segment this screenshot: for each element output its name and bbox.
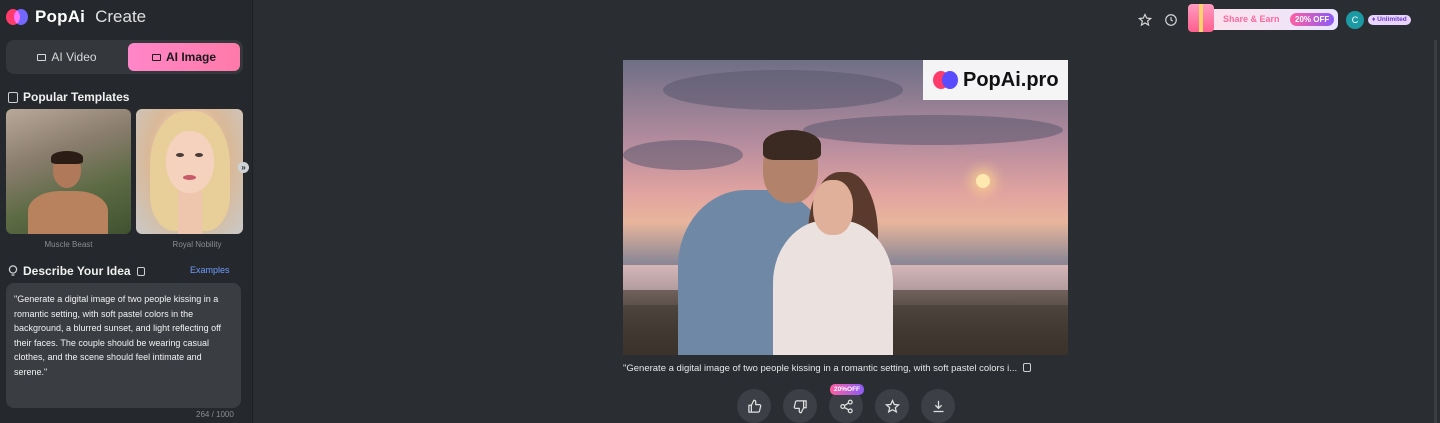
templates-icon xyxy=(8,91,18,103)
brand[interactable]: PopAi Create xyxy=(6,6,146,28)
ai-video-label: AI Video xyxy=(51,50,97,64)
template-figure-face xyxy=(166,131,214,193)
brand-name: PopAi xyxy=(35,7,86,26)
template-figure-lips xyxy=(183,175,196,180)
copy-icon[interactable] xyxy=(136,266,145,276)
discount-badge: 20% OFF xyxy=(1290,13,1335,26)
describe-title: Describe Your Idea xyxy=(23,264,131,278)
thumbs-up-icon xyxy=(747,399,761,413)
woman-figure xyxy=(773,220,893,355)
template-figure-eye xyxy=(176,153,184,157)
copy-icon[interactable] xyxy=(1023,363,1032,372)
examples-link[interactable]: Examples xyxy=(190,265,230,275)
favorite-button[interactable] xyxy=(875,389,909,423)
like-button[interactable] xyxy=(737,389,771,423)
plan-badge: ♦ Unlimited xyxy=(1368,15,1411,25)
brand-section: Create xyxy=(95,7,147,26)
chevron-right-icon[interactable]: » xyxy=(238,162,249,173)
download-icon xyxy=(933,400,943,412)
template-figure-neck xyxy=(178,191,202,234)
lamp-light xyxy=(976,174,990,188)
plan-label: Unlimited xyxy=(1377,16,1407,23)
video-icon xyxy=(37,53,47,61)
image-caption-text: "Generate a digital image of two people … xyxy=(623,363,1018,374)
template-figure-eye xyxy=(195,153,203,157)
character-counter: 264 / 1000 xyxy=(196,410,234,419)
image-caption: "Generate a digital image of two people … xyxy=(623,363,1032,374)
mode-switch: AI Video AI Image xyxy=(6,40,243,74)
template-muscle-beast[interactable] xyxy=(6,109,131,234)
popular-templates-heading: Popular Templates xyxy=(8,90,129,104)
history-icon[interactable] xyxy=(1164,13,1178,27)
generated-image[interactable]: PopAi.pro xyxy=(623,60,1068,355)
cloud xyxy=(803,115,1063,145)
image-icon xyxy=(151,53,161,61)
watermark: PopAi.pro xyxy=(923,60,1068,100)
popai-logo-icon xyxy=(6,8,29,26)
share-icon xyxy=(839,399,853,413)
lightbulb-icon xyxy=(8,265,18,276)
scrollbar[interactable] xyxy=(1434,40,1437,423)
star-icon[interactable] xyxy=(1138,13,1152,27)
avatar[interactable]: C xyxy=(1346,11,1364,29)
man-hair xyxy=(763,130,821,160)
ai-image-tab[interactable]: AI Image xyxy=(128,43,240,71)
popular-templates-title: Popular Templates xyxy=(23,90,130,104)
describe-heading: Describe Your Idea xyxy=(8,264,150,278)
template-figure-body xyxy=(28,191,108,234)
template-caption: Royal Nobility xyxy=(172,240,222,249)
prompt-input[interactable]: "Generate a digital image of two people … xyxy=(6,283,241,408)
template-figure-hair xyxy=(51,151,83,164)
share-earn-button[interactable]: Share & Earn 20% OFF xyxy=(1188,4,1338,32)
gift-icon xyxy=(1188,4,1214,32)
watermark-text: PopAi.pro xyxy=(963,68,1059,91)
popai-logo-icon xyxy=(933,70,959,90)
ai-image-label: AI Image xyxy=(165,50,216,64)
woman-face xyxy=(813,180,853,235)
thumbs-down-icon xyxy=(793,399,807,413)
dislike-button[interactable] xyxy=(783,389,817,423)
template-caption: Muscle Beast xyxy=(44,240,93,249)
star-icon xyxy=(884,398,900,413)
download-button[interactable] xyxy=(921,389,955,423)
cloud xyxy=(663,70,903,110)
sidebar: PopAi Create AI Video AI Image Popular T… xyxy=(0,0,253,423)
share-promo-badge: 20%OFF xyxy=(830,384,865,395)
template-royal-nobility[interactable] xyxy=(136,109,243,234)
cloud xyxy=(623,140,743,170)
ai-video-tab[interactable]: AI Video xyxy=(9,43,125,71)
share-earn-label: Share & Earn xyxy=(1223,14,1280,24)
